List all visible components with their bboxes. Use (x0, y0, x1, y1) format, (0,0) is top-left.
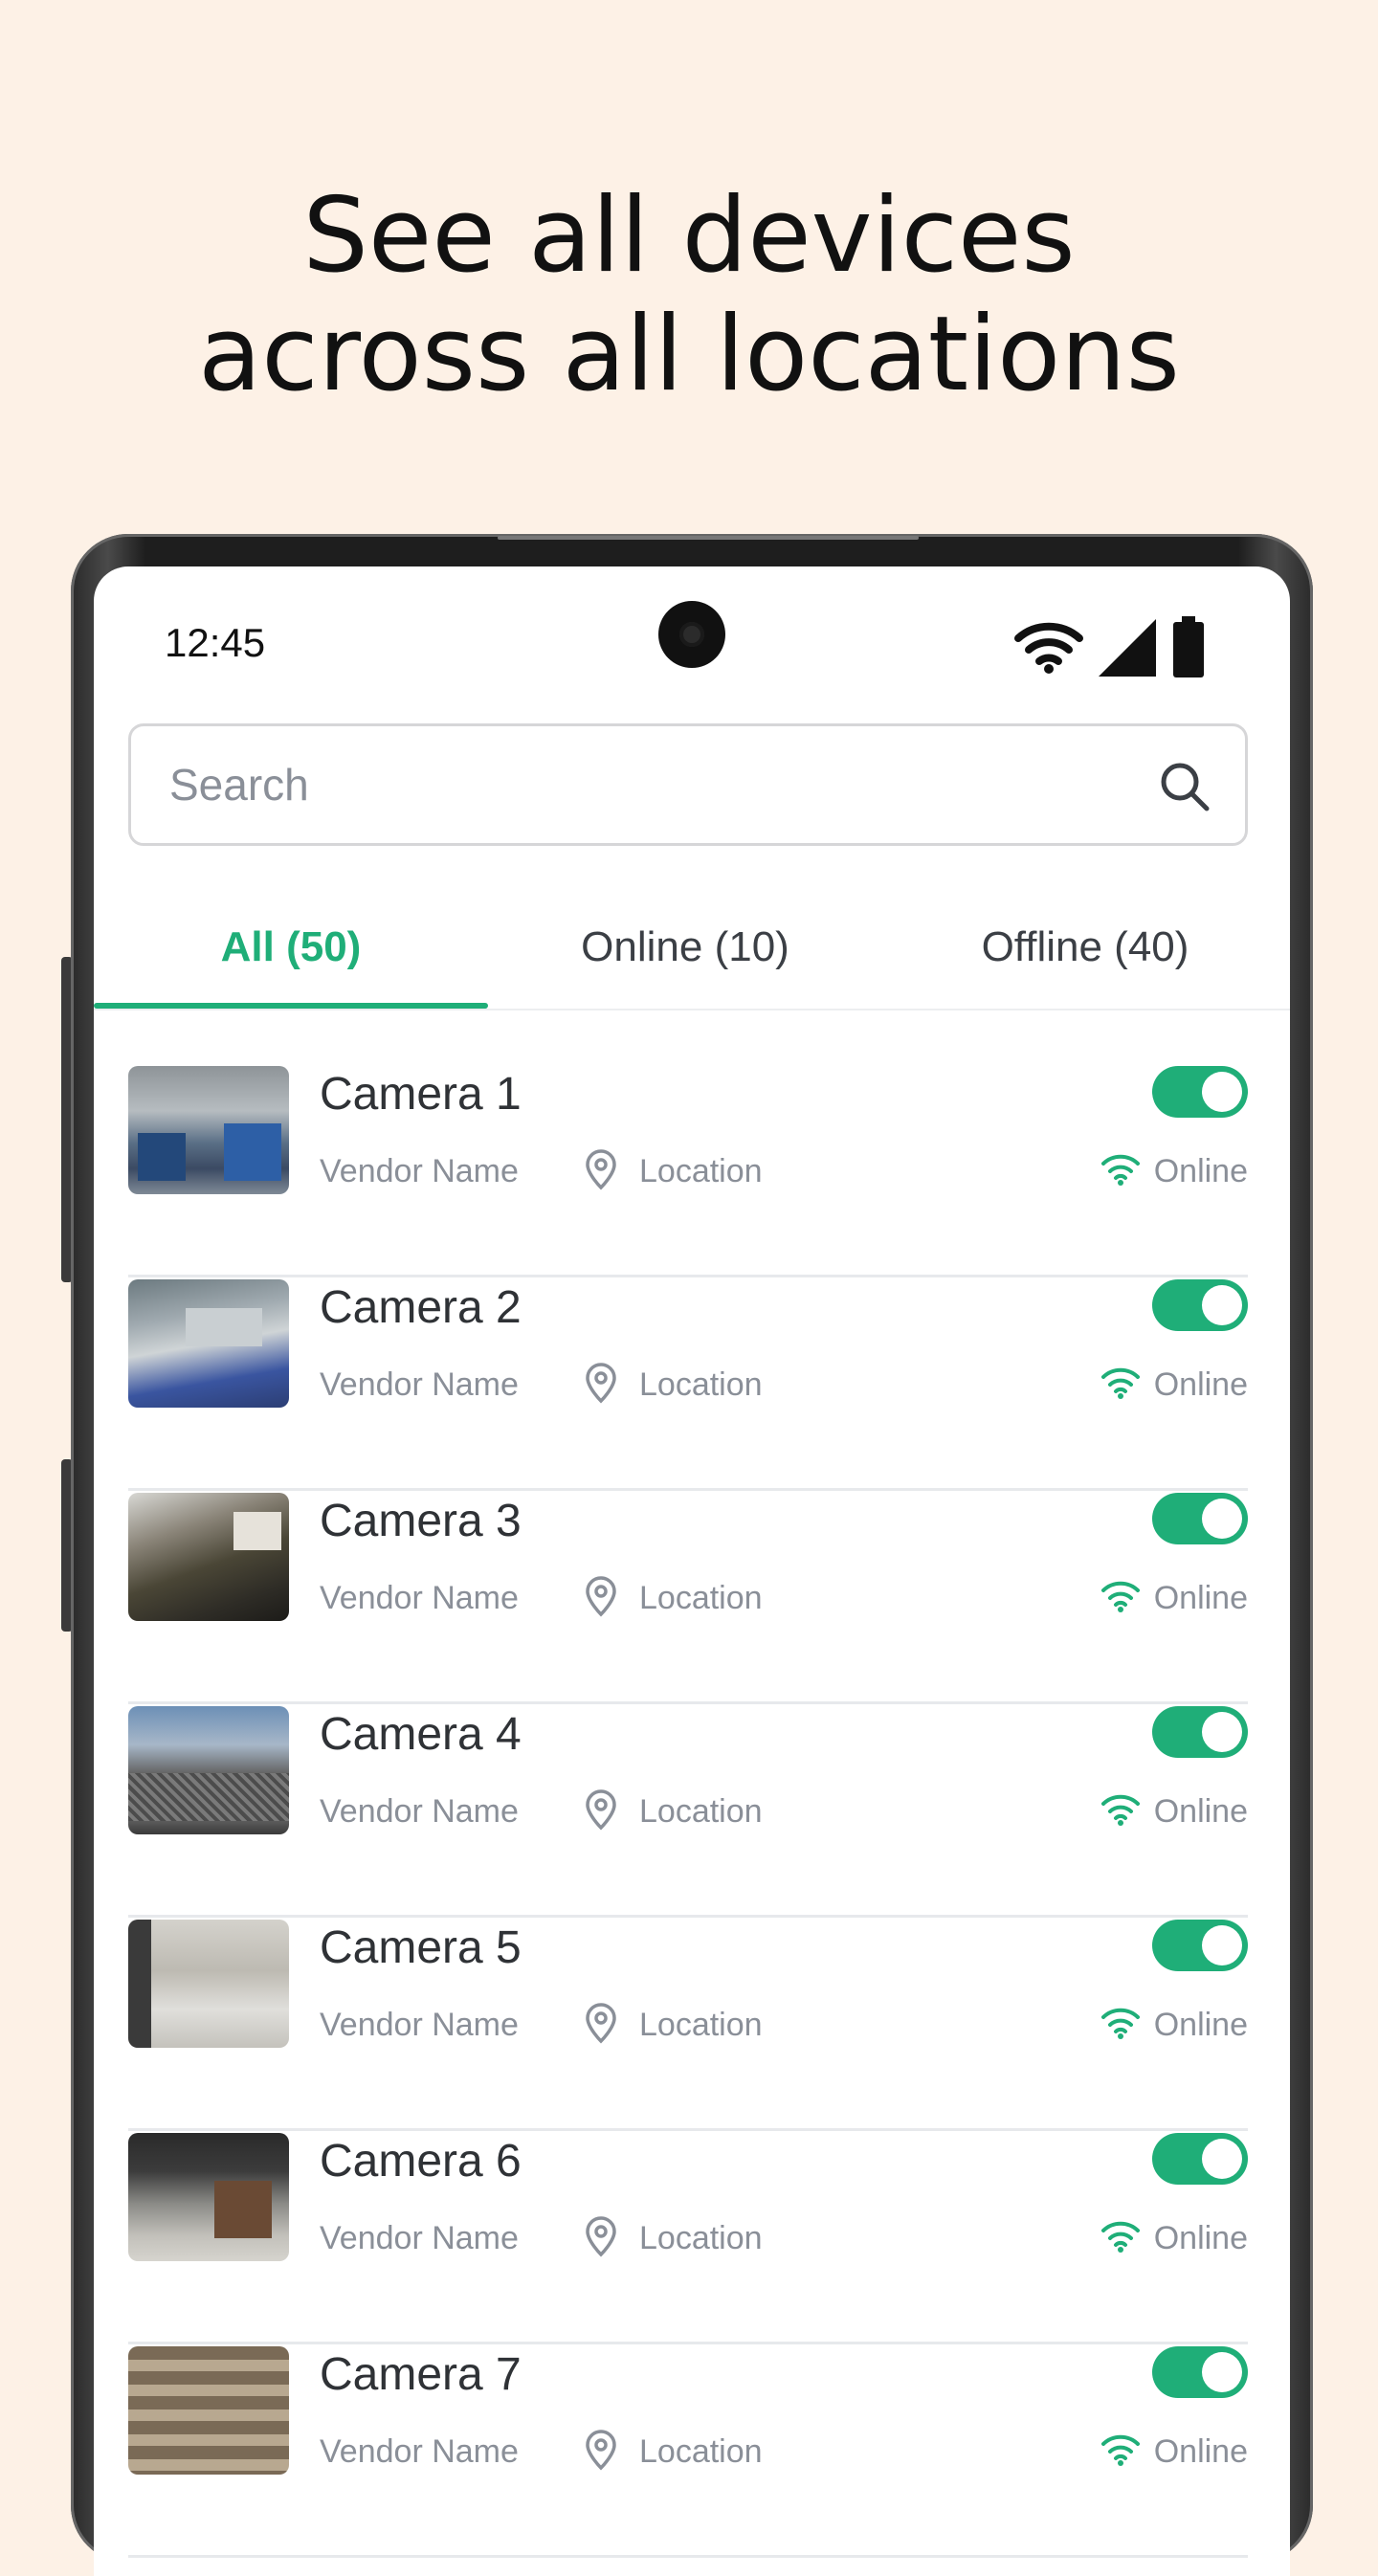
location-pin-icon (586, 1576, 616, 1617)
wifi-online-icon (1101, 1367, 1140, 1399)
camera-name: Camera 5 (320, 1922, 522, 1973)
location-pin-icon (586, 1149, 616, 1190)
location-pin-icon (586, 1363, 616, 1404)
vendor-name: Vendor Name (320, 2220, 519, 2256)
location-pin-icon (586, 2003, 616, 2044)
phone-top-edge (498, 536, 919, 540)
wifi-online-icon (1101, 2221, 1140, 2253)
wifi-online-icon (1101, 1581, 1140, 1612)
camera-toggle[interactable] (1152, 2346, 1248, 2398)
wifi-online-icon (1101, 2008, 1140, 2039)
camera-row[interactable]: Camera 4 Vendor Name Location Online (128, 1706, 1248, 1918)
camera-thumbnail (128, 1279, 289, 1408)
tab-label: All (50) (220, 923, 362, 970)
location-label: Location (639, 2433, 763, 2470)
location-pin-icon (586, 2430, 616, 2471)
tab-all[interactable]: All (50) (94, 888, 488, 1009)
wifi-icon (1014, 622, 1083, 674)
filter-tabs: All (50) Online (10) Offline (40) (94, 888, 1290, 1010)
camera-name: Camera 7 (320, 2349, 522, 2400)
camera-row[interactable]: Camera 7 Vendor Name Location Online (128, 2346, 1248, 2558)
camera-name: Camera 1 (320, 1069, 522, 1120)
location-label: Location (639, 1366, 763, 1403)
vendor-name: Vendor Name (320, 1793, 519, 1830)
camera-name: Camera 6 (320, 2136, 522, 2187)
vendor-name: Vendor Name (320, 2433, 519, 2470)
wifi-online-icon (1101, 1154, 1140, 1186)
camera-name: Camera 3 (320, 1496, 522, 1546)
status-label: Online (1153, 1793, 1248, 1830)
camera-toggle[interactable] (1152, 2133, 1248, 2185)
vendor-name: Vendor Name (320, 1580, 519, 1616)
search-input[interactable] (167, 758, 1109, 811)
headline-line-1: See all devices (302, 176, 1076, 296)
camera-toggle[interactable] (1152, 1920, 1248, 1971)
signal-icon (1099, 619, 1156, 677)
status-label: Online (1153, 2220, 1248, 2256)
camera-thumbnail (128, 1706, 289, 1834)
vendor-name: Vendor Name (320, 2007, 519, 2043)
search-icon[interactable] (1159, 761, 1211, 812)
camera-row[interactable]: Camera 2 Vendor Name Location Online (128, 1279, 1248, 1491)
camera-toggle[interactable] (1152, 1066, 1248, 1118)
camera-row[interactable]: Camera 1 Vendor Name Location Online (128, 1066, 1248, 1277)
camera-toggle[interactable] (1152, 1493, 1248, 1544)
wifi-online-icon (1101, 2434, 1140, 2466)
tab-offline[interactable]: Offline (40) (888, 888, 1282, 1007)
camera-thumbnail (128, 1493, 289, 1621)
phone-screen: 12:45 All (50) Online (10) (94, 566, 1290, 2576)
vendor-name: Vendor Name (320, 1366, 519, 1403)
active-tab-indicator (94, 1003, 488, 1009)
status-time: 12:45 (165, 620, 266, 665)
status-icons (1014, 616, 1206, 679)
location-label: Location (639, 2220, 763, 2256)
camera-name: Camera 4 (320, 1709, 522, 1760)
camera-thumbnail (128, 1066, 289, 1194)
camera-row[interactable]: Camera 6 Vendor Name Location Online (128, 2133, 1248, 2344)
location-label: Location (639, 2007, 763, 2043)
camera-toggle[interactable] (1152, 1706, 1248, 1758)
vendor-name: Vendor Name (320, 1153, 519, 1189)
tab-online[interactable]: Online (10) (488, 888, 882, 1007)
wifi-online-icon (1101, 1794, 1140, 1826)
tab-label: Online (10) (581, 923, 789, 970)
camera-thumbnail (128, 1920, 289, 2048)
front-camera (658, 601, 725, 668)
tab-label: Offline (40) (981, 923, 1189, 970)
headline: See all devices across all locations (0, 177, 1378, 414)
status-label: Online (1153, 2007, 1248, 2043)
status-label: Online (1153, 2433, 1248, 2470)
status-label: Online (1153, 1153, 1248, 1189)
battery-icon (1173, 616, 1204, 677)
headline-line-2: across all locations (198, 295, 1180, 414)
camera-row[interactable]: Camera 5 Vendor Name Location Online (128, 1920, 1248, 2131)
camera-row[interactable]: Camera 3 Vendor Name Location Online (128, 1493, 1248, 1704)
location-pin-icon (586, 2216, 616, 2257)
location-label: Location (639, 1153, 763, 1189)
location-pin-icon (586, 1789, 616, 1831)
search-box[interactable] (128, 723, 1248, 846)
status-label: Online (1153, 1366, 1248, 1403)
camera-name: Camera 2 (320, 1282, 522, 1333)
location-label: Location (639, 1580, 763, 1616)
location-label: Location (639, 1793, 763, 1830)
camera-toggle[interactable] (1152, 1279, 1248, 1331)
camera-thumbnail (128, 2133, 289, 2261)
camera-list: Camera 1 Vendor Name Location Online Cam… (128, 1066, 1248, 2560)
status-label: Online (1153, 1580, 1248, 1616)
camera-thumbnail (128, 2346, 289, 2475)
